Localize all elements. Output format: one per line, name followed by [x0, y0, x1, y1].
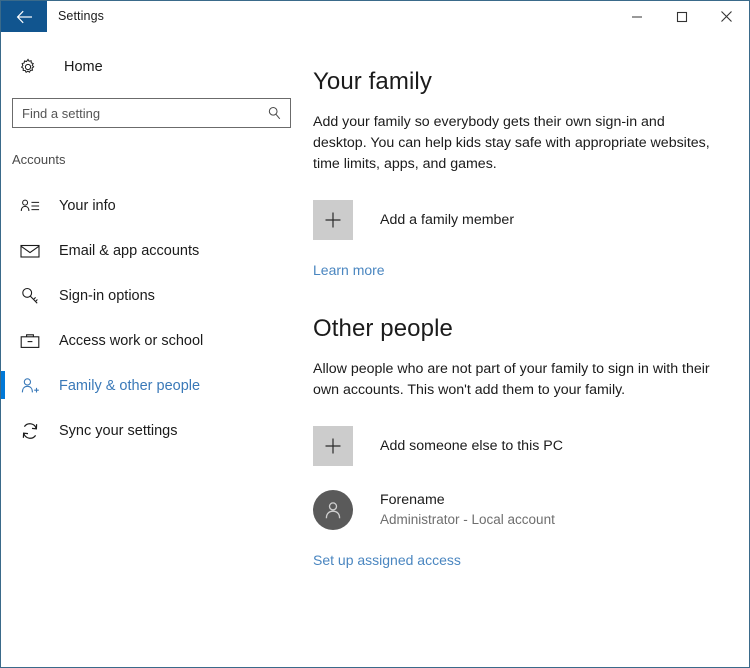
search-icon[interactable] [267, 106, 282, 121]
back-button[interactable] [1, 1, 47, 32]
person-icon [313, 490, 353, 530]
set-up-assigned-access-link[interactable]: Set up assigned access [313, 552, 461, 568]
other-people-heading: Other people [313, 315, 453, 342]
sidebar-item-family-other-people[interactable]: Family & other people [1, 363, 306, 408]
person-add-icon [19, 375, 41, 397]
add-someone-else-label: Add someone else to this PC [380, 438, 563, 454]
sidebar-item-access-work-school[interactable]: Access work or school [1, 318, 306, 363]
envelope-icon [19, 240, 41, 262]
sidebar-item-label: Your info [59, 197, 116, 214]
sidebar-item-label: Email & app accounts [59, 242, 200, 259]
add-family-member-label: Add a family member [380, 212, 515, 228]
your-family-heading: Your family [313, 68, 432, 95]
search-input[interactable] [13, 100, 290, 126]
sidebar-item-label: Sync your settings [59, 422, 178, 439]
window-controls [614, 1, 749, 32]
key-icon [19, 285, 41, 307]
sidebar-item-your-info[interactable]: Your info [1, 183, 306, 228]
maximize-button[interactable] [659, 1, 704, 32]
account-name: Forename [380, 492, 445, 508]
sidebar-item-sign-in-options[interactable]: Sign-in options [1, 273, 306, 318]
plus-icon [313, 426, 353, 466]
sidebar-item-label: Sign-in options [59, 287, 155, 304]
sidebar-item-email-app-accounts[interactable]: Email & app accounts [1, 228, 306, 273]
window-title: Settings [58, 9, 104, 23]
minimize-button[interactable] [614, 1, 659, 32]
account-texts: Forename Administrator - Local account [380, 491, 555, 529]
sidebar-item-home-label: Home [64, 59, 103, 75]
selection-indicator [1, 371, 5, 399]
add-someone-else-button[interactable]: Add someone else to this PC [313, 426, 729, 466]
sidebar-group-header: Accounts [12, 152, 66, 167]
settings-window: Settings Home Find a setting Accounts Yo… [0, 0, 750, 668]
sidebar-item-home[interactable]: Home [1, 52, 306, 82]
your-family-description: Add your family so everybody gets their … [313, 114, 710, 172]
search-box[interactable] [12, 98, 291, 128]
main-panel: Your family Add your family so everybody… [306, 32, 749, 667]
briefcase-icon [19, 330, 41, 352]
sync-icon [19, 420, 41, 442]
title-bar: Settings [1, 1, 749, 32]
add-family-member-button[interactable]: Add a family member [313, 200, 729, 240]
plus-icon [313, 200, 353, 240]
window-body: Home Accounts [1, 32, 749, 667]
user-account-row[interactable]: Forename Administrator - Local account [313, 490, 729, 530]
close-button[interactable] [704, 1, 749, 32]
back-arrow-icon [16, 10, 33, 24]
your-info-icon [19, 195, 41, 217]
sidebar-item-label: Family & other people [59, 377, 201, 394]
account-detail: Administrator - Local account [380, 512, 555, 527]
sidebar-item-label: Access work or school [59, 332, 204, 349]
gear-icon [19, 58, 39, 76]
sidebar-nav: Your info Email & app accounts Sign-in o… [1, 183, 306, 453]
learn-more-link[interactable]: Learn more [313, 262, 385, 278]
sidebar-item-sync-your-settings[interactable]: Sync your settings [1, 408, 306, 453]
sidebar: Home Accounts [1, 32, 306, 667]
other-people-description: Allow people who are not part of your fa… [313, 361, 710, 398]
